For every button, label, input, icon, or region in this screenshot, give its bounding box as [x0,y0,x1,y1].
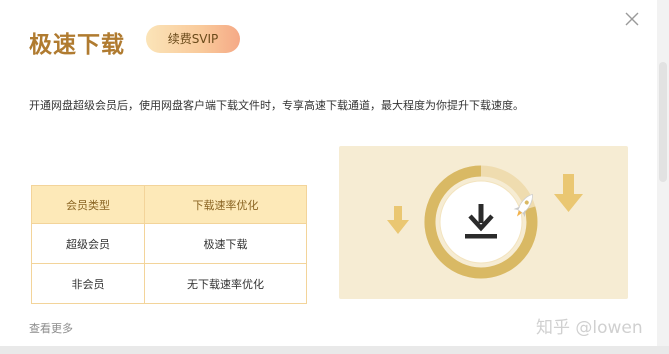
arrow-down-icon [387,206,409,234]
renew-svip-button[interactable]: 续费SVIP [146,25,240,53]
dialog-title: 极速下载 [29,32,125,58]
arrow-down-icon [554,174,583,212]
table-header: 下载速率优化 [144,185,307,224]
table-row: 非会员 无下载速率优化 [31,263,307,304]
close-icon[interactable] [623,10,641,28]
scrollbar-thumb[interactable] [659,62,667,182]
table-cell: 极速下载 [144,223,307,264]
table-cell: 无下载速率优化 [144,263,307,304]
bottom-edge [0,346,669,354]
speed-download-dialog: 极速下载 续费SVIP 开通网盘超级会员后，使用网盘客户端下载文件时，专享高速下… [0,0,658,346]
watermark: 知乎 @lowen [536,318,643,338]
table-row: 超级会员 极速下载 [31,223,307,264]
download-illustration [339,146,628,299]
table-header-row: 会员类型 下载速率优化 [31,185,307,224]
table-cell: 非会员 [31,263,145,304]
description-text: 开通网盘超级会员后，使用网盘客户端下载文件时，专享高速下载通道，最大程度为你提升… [29,99,524,112]
see-more-link[interactable]: 查看更多 [29,320,73,336]
table-header: 会员类型 [31,185,145,224]
scrollbar[interactable] [657,0,669,354]
table-cell: 超级会员 [31,223,145,264]
membership-comparison-table: 会员类型 下载速率优化 超级会员 极速下载 非会员 无下载速率优化 [31,185,307,304]
